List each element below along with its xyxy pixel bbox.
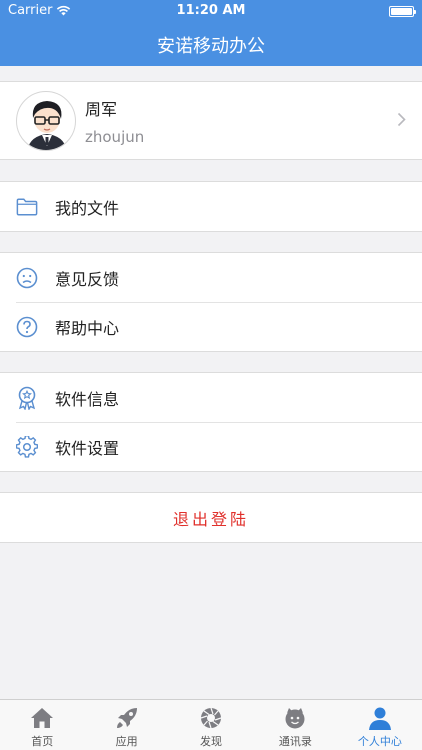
menu-item-label: 软件信息 [55, 389, 120, 409]
tab-apps[interactable]: 应用 [84, 700, 168, 750]
chevron-right-icon [397, 112, 406, 127]
tab-label: 应用 [115, 735, 138, 748]
home-icon [30, 706, 54, 730]
tab-personal-center[interactable]: 个人中心 [338, 700, 422, 750]
aperture-icon [199, 706, 223, 730]
gear-icon [16, 435, 38, 458]
menu-item-label: 我的文件 [55, 198, 120, 218]
status-bar: Carrier 11:20 AM [0, 0, 422, 22]
page-title: 安诺移动办公 [157, 36, 265, 57]
support-group: 意见反馈 帮助中心 [0, 252, 422, 352]
profile-name: 周军 [85, 99, 118, 119]
tab-contacts[interactable]: 通讯录 [253, 700, 337, 750]
profile-username: zhoujun [85, 127, 145, 146]
menu-item-my-files[interactable]: 我的文件 [0, 182, 422, 231]
tab-label: 个人中心 [357, 735, 402, 748]
menu-item-help-center[interactable]: 帮助中心 [0, 302, 422, 351]
logout-button[interactable]: 退出登陆 [0, 492, 422, 543]
navigation-header: Carrier 11:20 AM 安诺移动办公 [0, 0, 422, 66]
award-badge-icon [16, 386, 38, 410]
software-group: 软件信息 软件设置 [0, 372, 422, 472]
profile-row[interactable]: 周军 zhoujun [0, 81, 422, 160]
files-group: 我的文件 [0, 181, 422, 232]
status-time: 11:20 AM [176, 3, 246, 18]
contacts-face-icon [283, 706, 307, 730]
menu-item-label: 意见反馈 [55, 269, 120, 289]
menu-item-software-info[interactable]: 软件信息 [0, 373, 422, 422]
menu-item-label: 帮助中心 [55, 318, 120, 338]
tab-discover[interactable]: 发现 [169, 700, 253, 750]
tab-label: 首页 [31, 735, 54, 748]
tab-home[interactable]: 首页 [0, 700, 84, 750]
rocket-icon [115, 706, 139, 730]
menu-item-software-settings[interactable]: 软件设置 [0, 422, 422, 471]
tab-bar: 首页 应用 发现 通讯录 个人中心 [0, 699, 422, 750]
tab-label: 通讯录 [278, 735, 312, 748]
person-icon [368, 706, 392, 730]
sad-face-icon [16, 267, 38, 289]
avatar [16, 90, 76, 151]
profile-text: 周军 zhoujun [85, 96, 144, 146]
question-circle-icon [16, 316, 38, 338]
menu-item-label: 软件设置 [55, 438, 120, 458]
folder-icon [16, 196, 38, 218]
tab-label: 发现 [200, 735, 223, 748]
battery-icon [389, 6, 416, 17]
menu-item-feedback[interactable]: 意见反馈 [0, 253, 422, 302]
